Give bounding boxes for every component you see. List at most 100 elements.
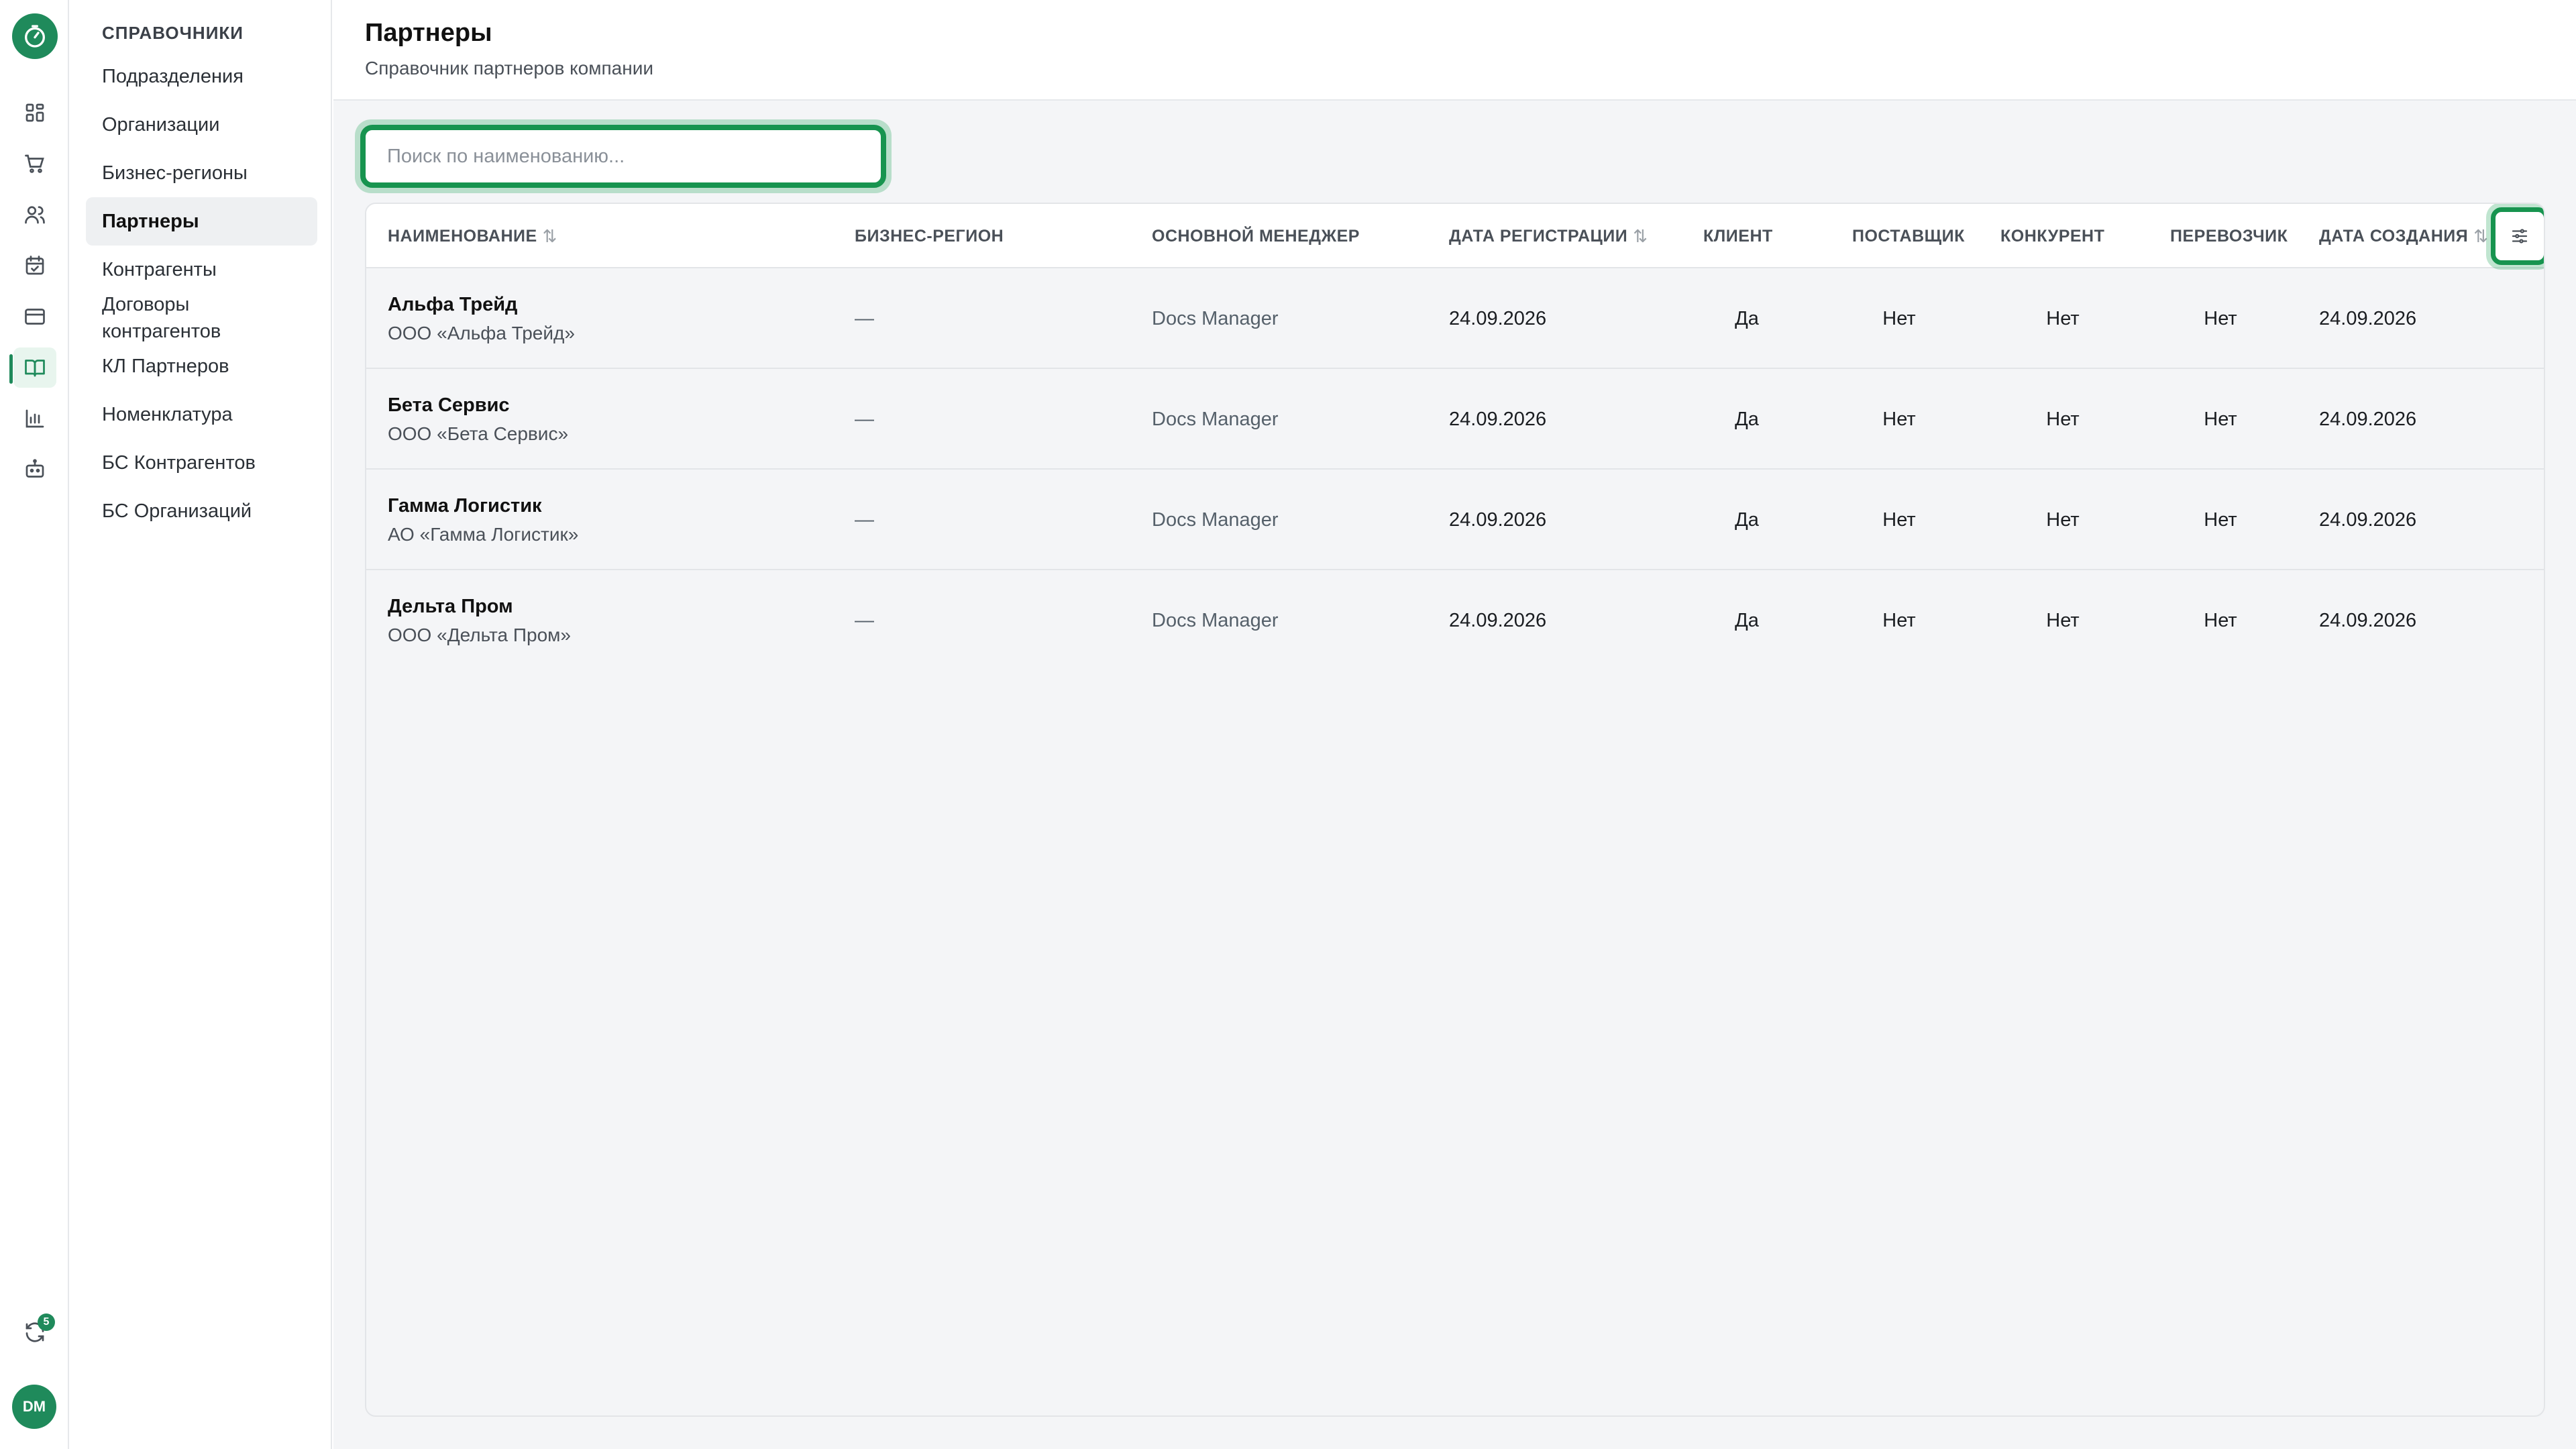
name-cell: Бета Сервис ООО «Бета Сервис» (388, 369, 568, 470)
page-header: Партнеры Справочник партнеров компании (333, 0, 2576, 101)
sidebar-item-bs-counterparties[interactable]: БС Контрагентов (86, 439, 317, 487)
supplier-cell: Нет (1882, 408, 1916, 430)
cart-icon[interactable] (19, 148, 51, 180)
card-icon[interactable] (19, 301, 51, 333)
partners-table: НАИМЕНОВАНИЕ ⇅ БИЗНЕС-РЕГИОН ОСНОВНОЙ МЕН… (365, 203, 2545, 1417)
column-label: БИЗНЕС-РЕГИОН (855, 226, 1004, 246)
calendar-icon[interactable] (19, 250, 51, 282)
table-header: НАИМЕНОВАНИЕ ⇅ БИЗНЕС-РЕГИОН ОСНОВНОЙ МЕН… (366, 204, 2544, 270)
page-title: Партнеры (365, 19, 492, 47)
sidebar-item-bs-organizations[interactable]: БС Организаций (86, 487, 317, 535)
section-sidebar: СПРАВОЧНИКИ Подразделения Организации Би… (70, 0, 332, 1449)
partner-legal-name: ООО «Бета Сервис» (388, 423, 569, 444)
region-cell: — (855, 307, 874, 329)
name-cell: Альфа Трейд ООО «Альфа Трейд» (388, 268, 575, 369)
dashboard-icon[interactable] (19, 97, 51, 129)
sync-count-badge: 5 (38, 1313, 55, 1331)
reg-date-cell: 24.09.2026 (1449, 408, 1547, 430)
column-label: КЛИЕНТ (1703, 226, 1773, 246)
client-cell: Да (1735, 307, 1759, 329)
icon-rail: 5 DM (0, 0, 69, 1449)
search-focus-ring (355, 119, 892, 193)
manager-cell: Docs Manager (1152, 307, 1279, 329)
region-cell: — (855, 609, 874, 631)
column-header-manager: ОСНОВНОЙ МЕНЕДЖЕР (1152, 204, 1360, 268)
active-indicator (9, 354, 13, 384)
sliders-icon (2512, 229, 2528, 244)
partner-legal-name: ООО «Дельта Пром» (388, 624, 571, 645)
column-label: НАИМЕНОВАНИЕ (388, 226, 537, 246)
competitor-cell: Нет (2046, 508, 2080, 531)
region-cell: — (855, 508, 874, 531)
column-header-reg-date[interactable]: ДАТА РЕГИСТРАЦИИ ⇅ (1449, 204, 1648, 268)
reg-date-cell: 24.09.2026 (1449, 508, 1547, 531)
table-row[interactable]: Гамма Логистик АО «Гамма Логистик» — Doc… (366, 470, 2544, 570)
sidebar-item-organizations[interactable]: Организации (86, 101, 317, 149)
competitor-cell: Нет (2046, 307, 2080, 329)
book-icon[interactable] (13, 347, 56, 388)
partner-legal-name: ООО «Альфа Трейд» (388, 322, 575, 343)
main-content: Партнеры Справочник партнеров компании Н… (333, 0, 2576, 1449)
bot-icon[interactable] (19, 453, 51, 486)
column-header-name[interactable]: НАИМЕНОВАНИЕ ⇅ (388, 204, 557, 268)
region-cell: — (855, 408, 874, 430)
column-label: ДАТА СОЗДАНИЯ (2319, 226, 2469, 246)
search-box[interactable] (360, 125, 886, 188)
column-header-client: КЛИЕНТ (1703, 204, 1773, 268)
partner-name[interactable]: Дельта Пром (388, 596, 513, 618)
partner-name[interactable]: Альфа Трейд (388, 294, 517, 316)
supplier-cell: Нет (1882, 307, 1916, 329)
name-cell: Гамма Логистик АО «Гамма Логистик» (388, 470, 578, 570)
competitor-cell: Нет (2046, 609, 2080, 631)
manager-cell: Docs Manager (1152, 508, 1279, 531)
client-cell: Да (1735, 408, 1759, 430)
search-input[interactable] (387, 145, 881, 168)
manager-cell: Docs Manager (1152, 408, 1279, 430)
created-cell: 24.09.2026 (2319, 408, 2417, 430)
client-cell: Да (1735, 508, 1759, 531)
partner-name[interactable]: Гамма Логистик (388, 495, 542, 517)
competitor-cell: Нет (2046, 408, 2080, 430)
partner-name[interactable]: Бета Сервис (388, 394, 510, 417)
carrier-cell: Нет (2204, 408, 2237, 430)
column-label: ПОСТАВЩИК (1852, 226, 1965, 246)
page-subtitle: Справочник партнеров компании (365, 58, 653, 78)
sidebar-item-partners[interactable]: Партнеры (86, 197, 317, 246)
users-icon[interactable] (19, 199, 51, 231)
carrier-cell: Нет (2204, 307, 2237, 329)
sidebar-item-contracts[interactable]: Договоры контрагентов (86, 290, 260, 346)
table-row[interactable]: Альфа Трейд ООО «Альфа Трейд» — Docs Man… (366, 268, 2544, 369)
column-settings-focus-ring (2486, 204, 2544, 270)
sort-icon[interactable]: ⇅ (1633, 226, 1648, 247)
sidebar-item-nomenclature[interactable]: Номенклатура (86, 390, 317, 439)
column-settings-button[interactable] (2491, 207, 2544, 265)
sort-icon[interactable]: ⇅ (543, 226, 557, 247)
manager-cell: Docs Manager (1152, 609, 1279, 631)
created-cell: 24.09.2026 (2319, 307, 2417, 329)
supplier-cell: Нет (1882, 508, 1916, 531)
sidebar-item-departments[interactable]: Подразделения (86, 52, 317, 101)
sidebar-item-partner-contacts[interactable]: КЛ Партнеров (86, 342, 317, 390)
sidebar-heading: СПРАВОЧНИКИ (102, 23, 244, 43)
name-cell: Дельта Пром ООО «Дельта Пром» (388, 570, 571, 671)
carrier-cell: Нет (2204, 609, 2237, 631)
column-label: ОСНОВНОЙ МЕНЕДЖЕР (1152, 226, 1360, 246)
column-label: ДАТА РЕГИСТРАЦИИ (1449, 226, 1628, 246)
client-cell: Да (1735, 609, 1759, 631)
sidebar-item-business-regions[interactable]: Бизнес-регионы (86, 149, 317, 197)
avatar[interactable]: DM (12, 1385, 56, 1429)
column-label: КОНКУРЕНТ (2000, 226, 2105, 246)
column-label: ПЕРЕВОЗЧИК (2170, 226, 2288, 246)
column-header-carrier: ПЕРЕВОЗЧИК (2170, 204, 2288, 268)
chart-icon[interactable] (19, 402, 51, 435)
column-header-competitor: КОНКУРЕНТ (2000, 204, 2104, 268)
table-row[interactable]: Дельта Пром ООО «Дельта Пром» — Docs Man… (366, 570, 2544, 671)
carrier-cell: Нет (2204, 508, 2237, 531)
timer-icon[interactable] (12, 13, 58, 59)
sidebar-item-counterparties[interactable]: Контрагенты (86, 246, 317, 294)
table-row[interactable]: Бета Сервис ООО «Бета Сервис» — Docs Man… (366, 369, 2544, 470)
partner-legal-name: АО «Гамма Логистик» (388, 523, 579, 545)
column-header-created[interactable]: ДАТА СОЗДАНИЯ ⇅ (2319, 204, 2489, 268)
reg-date-cell: 24.09.2026 (1449, 609, 1547, 631)
created-cell: 24.09.2026 (2319, 508, 2417, 531)
